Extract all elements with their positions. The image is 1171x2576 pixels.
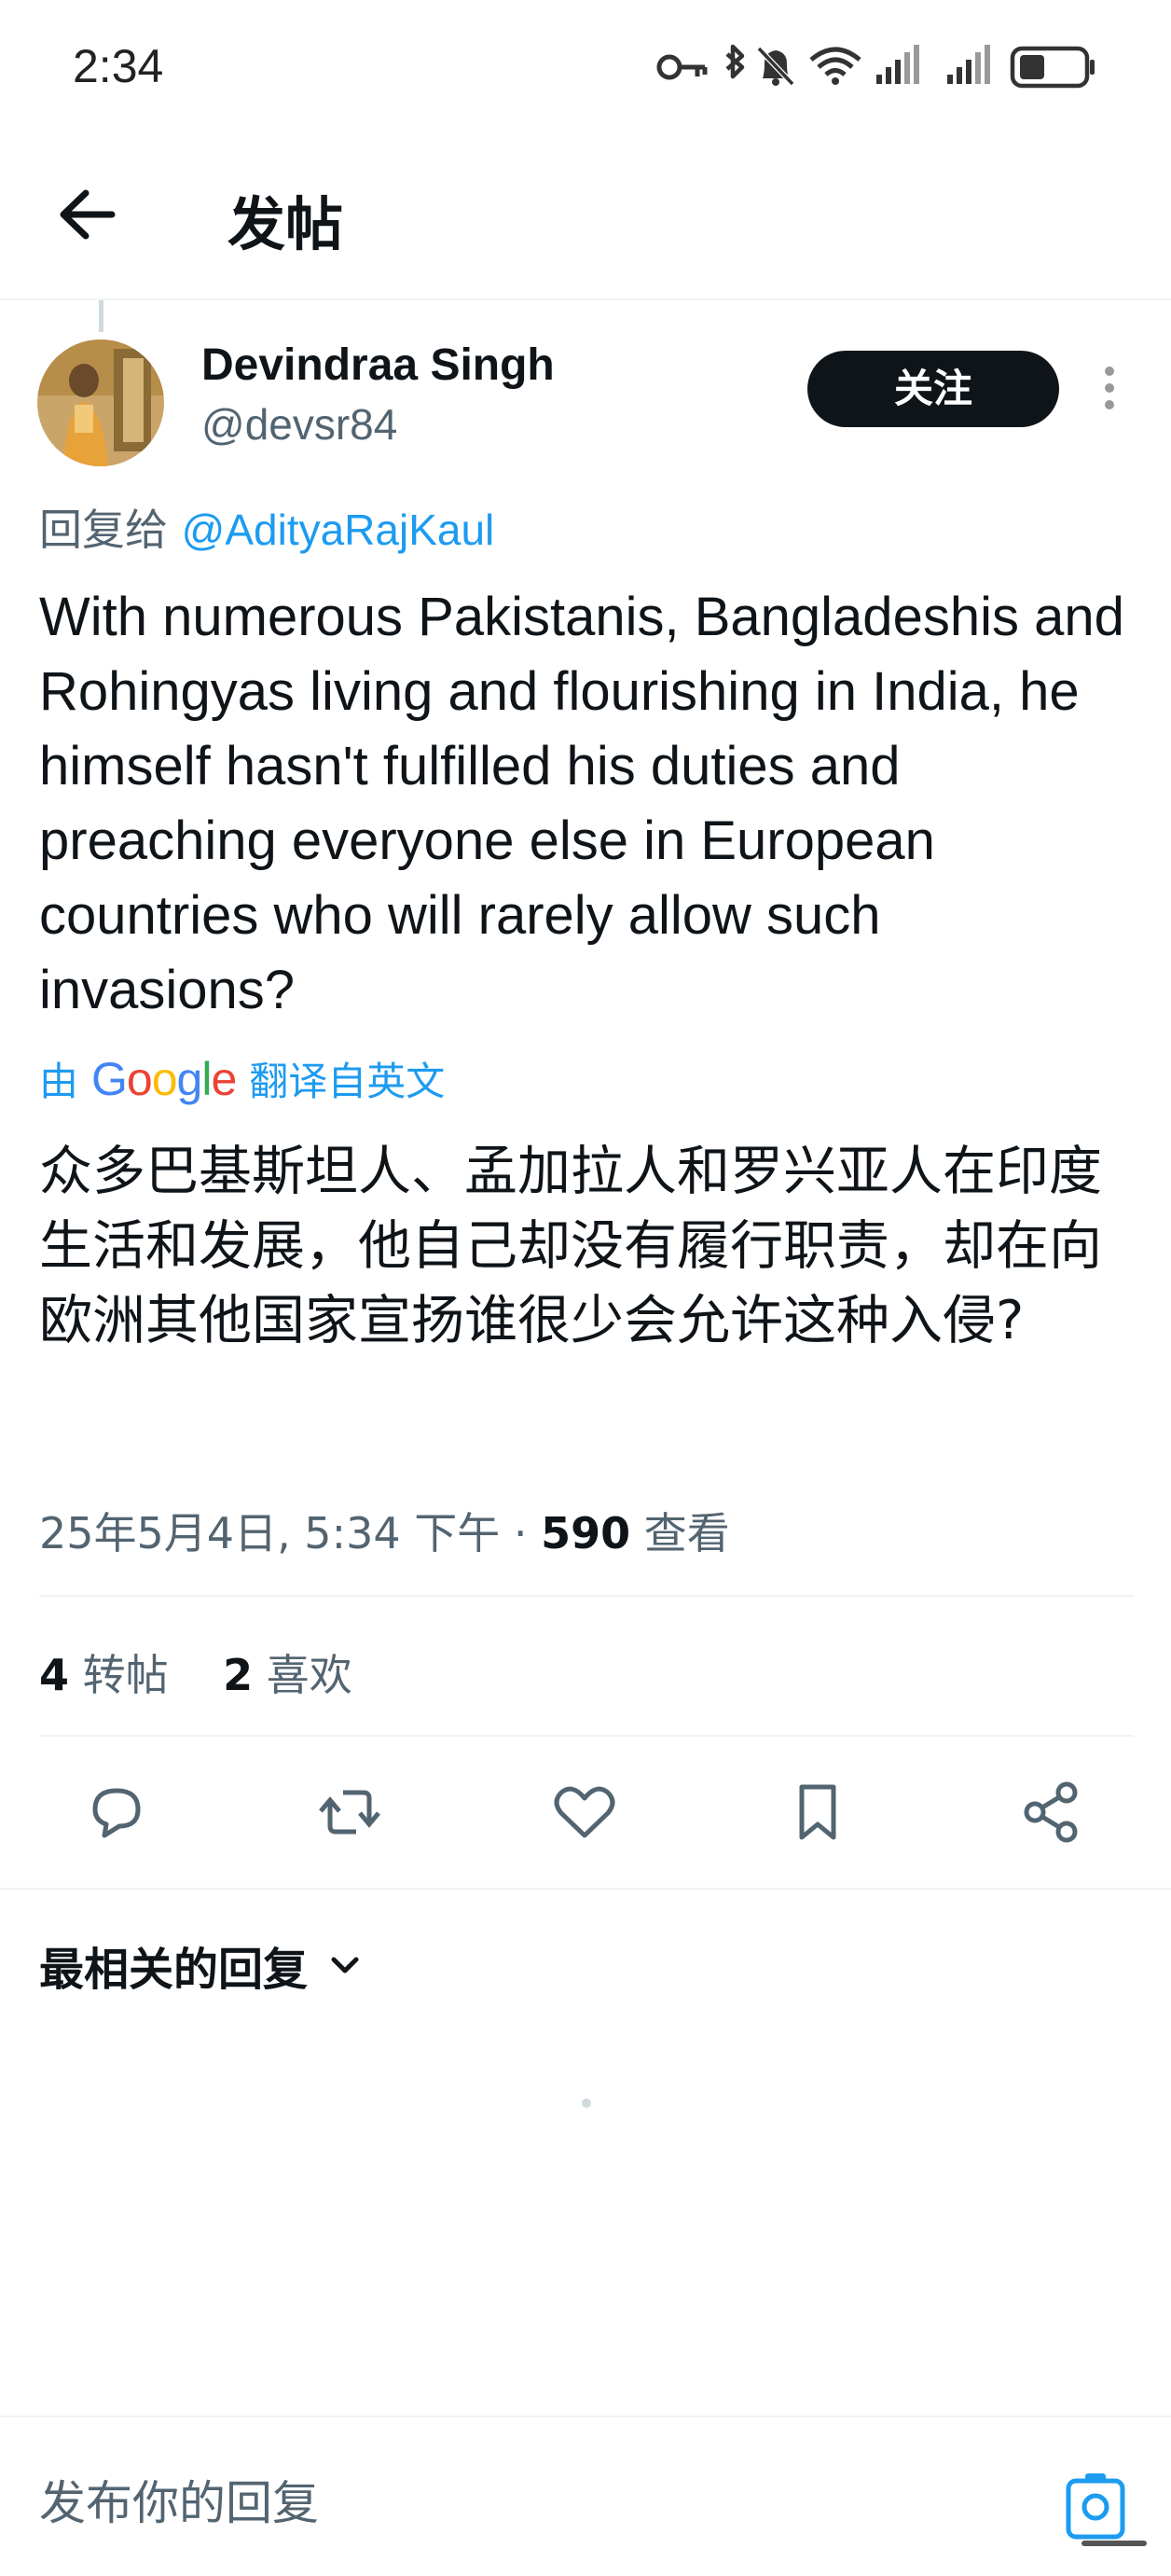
avatar[interactable]	[37, 339, 164, 466]
thread-connector-line	[99, 300, 103, 332]
battery-icon	[1010, 46, 1095, 89]
author-display-name[interactable]: Devindraa Singh	[201, 339, 555, 391]
reply-icon[interactable]	[75, 1770, 158, 1854]
likes-label: 喜欢	[266, 1650, 352, 1700]
translation-suffix: 翻译自英文	[249, 1059, 446, 1104]
views-count: 590	[541, 1508, 631, 1558]
more-options-icon[interactable]	[1091, 360, 1128, 416]
status-bar: 2:34	[0, 0, 1171, 140]
reposts-count: 4	[39, 1650, 70, 1700]
translation-by-label: 由	[39, 1059, 79, 1104]
reposts-label: 转帖	[82, 1650, 169, 1700]
reply-mention-link[interactable]: @AdityaRajKaul	[182, 506, 495, 554]
reply-sort-selector[interactable]: 最相关的回复	[39, 1932, 364, 1998]
signal-icon-2	[947, 45, 990, 84]
bell-muted-icon	[756, 46, 795, 87]
reposts-stat[interactable]: 4 转帖	[39, 1650, 169, 1700]
divider	[39, 1595, 1134, 1597]
loading-indicator	[582, 2098, 591, 2108]
bluetooth-icon	[725, 44, 745, 79]
likes-stat[interactable]: 2 喜欢	[223, 1650, 352, 1700]
post-text-translated: 众多巴基斯坦人、孟加拉人和罗兴亚人在印度生活和发展，他自己却没有履行职责，却在向…	[39, 1141, 1102, 1351]
author-handle[interactable]: @devsr84	[201, 399, 397, 450]
post-stats: 4 转帖 2 喜欢	[39, 1641, 352, 1703]
like-icon[interactable]	[543, 1770, 627, 1854]
google-logo: Google	[91, 1052, 237, 1105]
follow-button[interactable]: 关注	[807, 351, 1059, 427]
reply-composer: 发布你的回复	[0, 2416, 1171, 2576]
divider	[39, 1735, 1134, 1737]
back-arrow-icon[interactable]	[47, 173, 131, 256]
repost-icon[interactable]	[308, 1770, 392, 1854]
views-label: 查看	[643, 1508, 730, 1558]
meta-separator: ·	[513, 1508, 528, 1558]
avatar-image	[37, 339, 164, 466]
reply-to-label: 回复给	[39, 505, 168, 555]
bookmark-icon[interactable]	[776, 1770, 860, 1854]
reply-input[interactable]: 发布你的回复	[39, 2466, 319, 2533]
post-meta: 25年5月4日, 5:34 下午 · 590 查看	[39, 1500, 730, 1561]
reply-to-line: 回复给 @AdityaRajKaul	[39, 496, 494, 558]
post-actions	[0, 1770, 1171, 1854]
status-icons	[656, 44, 1095, 89]
post-text-original: With numerous Pakistanis, Bangladeshis a…	[39, 587, 1124, 1020]
top-bar: 发帖	[0, 140, 1171, 300]
share-icon[interactable]	[1009, 1770, 1093, 1854]
chevron-down-icon	[331, 1957, 359, 1974]
signal-icon	[876, 45, 919, 84]
page-title: 发帖	[227, 190, 344, 258]
gesture-bar	[1081, 2541, 1147, 2546]
status-time: 2:34	[73, 40, 164, 92]
key-icon	[656, 54, 708, 80]
reply-sort-label: 最相关的回复	[39, 1944, 309, 1996]
wifi-icon	[809, 47, 861, 85]
camera-icon[interactable]	[1063, 2468, 1128, 2542]
divider	[0, 1888, 1171, 1890]
translation-attribution[interactable]: 由 Google 翻译自英文	[39, 1050, 445, 1107]
post-timestamp[interactable]: 25年5月4日, 5:34 下午	[39, 1508, 500, 1558]
likes-count: 2	[223, 1650, 254, 1700]
